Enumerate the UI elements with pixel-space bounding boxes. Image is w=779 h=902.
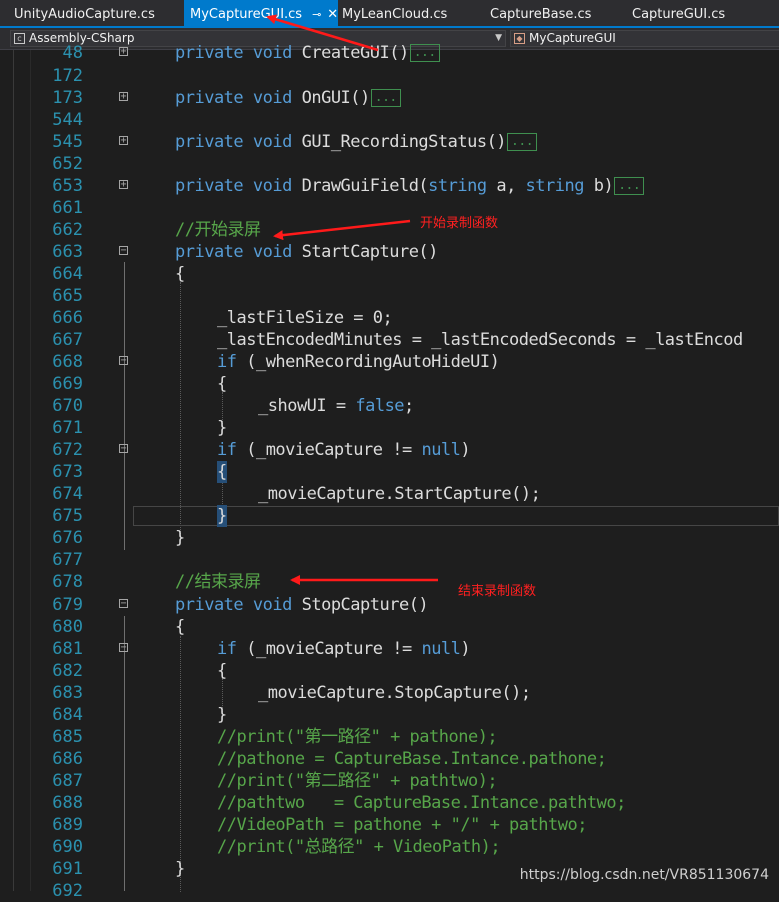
annotation-arrows — [266, 14, 438, 585]
arrow-to-tab — [266, 14, 379, 52]
arrow-to-start-comment — [273, 219, 411, 241]
